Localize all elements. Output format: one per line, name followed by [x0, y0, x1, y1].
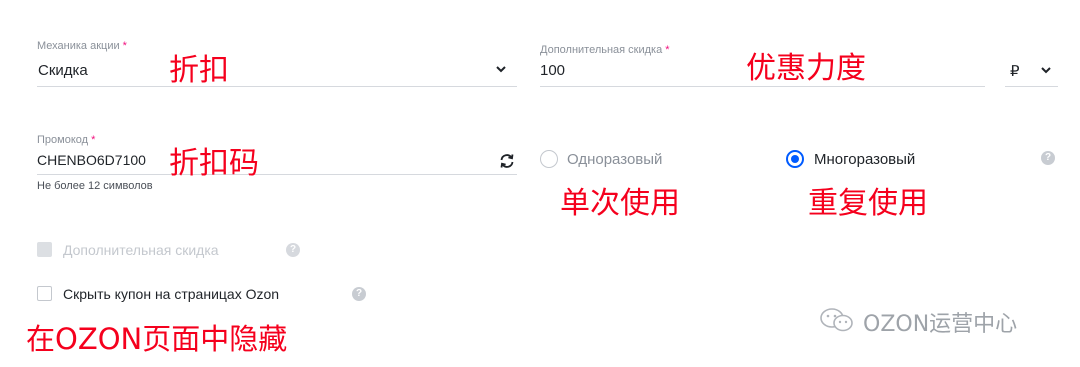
radio-single-use[interactable] — [540, 150, 558, 168]
chevron-down-icon[interactable] — [494, 62, 508, 76]
extra-discount-help-icon[interactable]: ? — [286, 243, 300, 257]
extra-discount-checkbox[interactable] — [37, 242, 52, 257]
wechat-icon — [818, 306, 856, 334]
hide-coupon-checkbox[interactable] — [37, 286, 52, 301]
extra-discount-checkbox-label: Дополнительная скидка — [63, 242, 219, 258]
annotation-multi-use: 重复使用 — [808, 186, 928, 221]
promocode-label: Промокод * — [37, 134, 96, 146]
annotation-hide-coupon: 在OZON页面中隐藏 — [26, 322, 288, 356]
currency-select[interactable]: ₽ — [1010, 62, 1020, 80]
radio-multi-use-label[interactable]: Многоразовый — [814, 151, 915, 168]
extra-discount-label: Дополнительная скидка * — [540, 44, 670, 56]
annotation-discount: 折扣 — [169, 53, 229, 88]
currency-chevron-down-icon[interactable] — [1039, 63, 1053, 77]
hide-coupon-label[interactable]: Скрыть купон на страницах Ozon — [63, 286, 279, 302]
annotation-promocode: 折扣码 — [169, 146, 259, 181]
currency-underline — [1005, 86, 1058, 87]
promocode-hint: Не более 12 символов — [37, 180, 153, 192]
annotation-discount-amount: 优惠力度 — [746, 51, 866, 86]
promocode-input[interactable]: CHENBO6D7100 — [37, 152, 146, 168]
usage-help-icon[interactable]: ? — [1041, 151, 1055, 165]
radio-multi-use[interactable] — [786, 150, 804, 168]
radio-dot — [791, 155, 799, 163]
mechanics-underline — [37, 86, 517, 87]
refresh-icon[interactable] — [498, 152, 516, 170]
watermark-text: OZON运营中心 — [863, 312, 1018, 337]
annotation-single-use: 单次使用 — [560, 186, 680, 221]
hide-coupon-help-icon[interactable]: ? — [352, 287, 366, 301]
mechanics-label: Механика акции * — [37, 40, 127, 52]
promocode-underline — [37, 174, 517, 175]
extra-discount-input[interactable]: 100 — [540, 62, 565, 79]
radio-single-use-label[interactable]: Одноразовый — [567, 151, 662, 168]
mechanics-value[interactable]: Скидка — [38, 62, 88, 79]
